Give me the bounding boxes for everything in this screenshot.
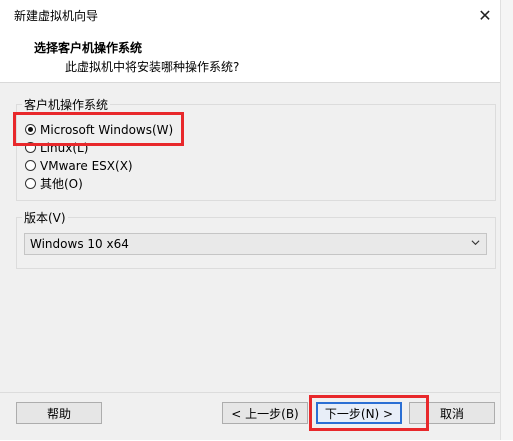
radio-label: VMware ESX(X) bbox=[40, 158, 133, 173]
page-subtitle: 此虚拟机中将安装哪种操作系统? bbox=[65, 60, 240, 74]
radio-microsoft-windows[interactable]: Microsoft Windows(W) bbox=[25, 121, 173, 138]
close-icon: ✕ bbox=[478, 5, 492, 25]
wizard-header: 选择客户机操作系统 此虚拟机中将安装哪种操作系统? bbox=[0, 30, 500, 83]
back-button[interactable]: < 上一步(B) bbox=[222, 402, 308, 424]
help-button[interactable]: 帮助 bbox=[16, 402, 102, 424]
radio-linux[interactable]: Linux(L) bbox=[25, 139, 88, 156]
radio-other[interactable]: 其他(O) bbox=[25, 175, 83, 192]
radio-label: Linux(L) bbox=[40, 140, 89, 155]
radio-button-checked[interactable] bbox=[25, 124, 36, 135]
radio-button[interactable] bbox=[25, 142, 36, 153]
close-button[interactable]: ✕ bbox=[470, 0, 500, 30]
window-edge-strip bbox=[500, 0, 513, 440]
guest-os-group-label: 客户机操作系统 bbox=[22, 96, 111, 113]
page-title: 选择客户机操作系统 bbox=[34, 41, 143, 55]
new-vm-wizard-window: 新建虚拟机向导 ✕ 选择客户机操作系统 此虚拟机中将安装哪种操作系统? 客户机操… bbox=[0, 0, 513, 440]
next-button[interactable]: 下一步(N) > bbox=[316, 402, 402, 424]
version-select[interactable]: Windows 10 x64 bbox=[24, 233, 487, 255]
title-bar: 新建虚拟机向导 ✕ bbox=[0, 0, 500, 30]
radio-vmware-esx[interactable]: VMware ESX(X) bbox=[25, 157, 133, 174]
radio-button[interactable] bbox=[25, 160, 36, 171]
radio-button[interactable] bbox=[25, 178, 36, 189]
version-select-value: Windows 10 x64 bbox=[30, 237, 129, 251]
radio-label: Microsoft Windows(W) bbox=[40, 122, 174, 137]
cancel-button[interactable]: 取消 bbox=[409, 402, 495, 424]
version-group-label: 版本(V) bbox=[22, 209, 68, 226]
window-title: 新建虚拟机向导 bbox=[14, 9, 99, 23]
chevron-down-icon bbox=[471, 240, 480, 246]
radio-label: 其他(O) bbox=[40, 177, 83, 191]
